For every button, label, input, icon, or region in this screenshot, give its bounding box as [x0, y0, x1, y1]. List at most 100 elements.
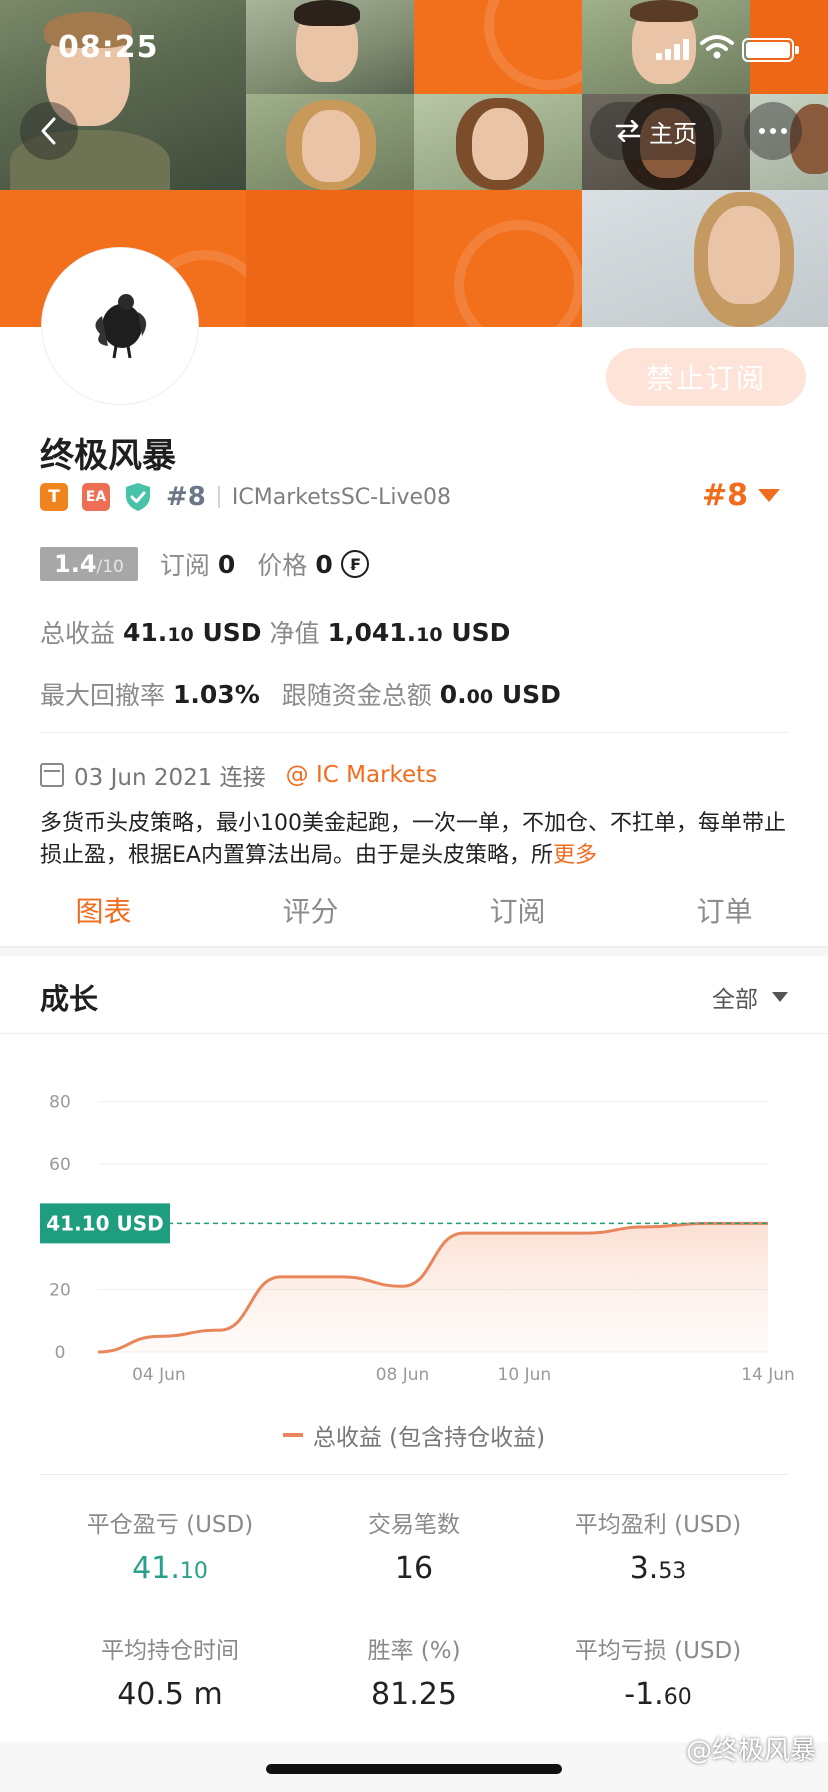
more-dots-icon	[759, 128, 787, 134]
y-tick-label: 80	[49, 1093, 71, 1113]
stat-value: 41.10	[40, 1551, 300, 1586]
home-indicator[interactable]	[266, 1764, 562, 1774]
strategy-description: 多货币头皮策略，最小100美金起跑，一次一单，不加仓、不扛单，每单带止损止盈，根…	[40, 808, 790, 872]
coin-icon: ₣	[340, 550, 369, 578]
legend-label: 总收益 (包含持仓收益)	[312, 1425, 546, 1451]
banner-tile	[246, 190, 414, 327]
data-point	[96, 1350, 100, 1354]
equity-unit: USD	[451, 617, 511, 647]
stat-label: 平均亏损 (USD)	[574, 1638, 742, 1664]
avatar-figure-icon	[95, 294, 147, 359]
more-link[interactable]: 更多	[553, 843, 597, 868]
banner-photo	[582, 190, 828, 327]
total-profit-int: 41.	[123, 617, 168, 647]
tab-orders[interactable]: 订单	[621, 868, 828, 950]
score-max: /10	[96, 557, 124, 577]
stat-avg-loss: 平均亏损 (USD) -1.60	[528, 1631, 788, 1712]
follow-funds-unit: USD	[501, 679, 561, 709]
section-title: 成长	[40, 982, 99, 1016]
stat-value-int: -1.	[624, 1677, 664, 1712]
rank-small: #8	[166, 482, 206, 512]
connection-row: 03 Jun 2021 连接 @ IC Markets	[40, 758, 437, 792]
back-button[interactable]	[20, 102, 78, 160]
triangle-down-icon	[772, 992, 788, 1002]
trader-name: 终极风暴	[40, 436, 176, 476]
data-point	[218, 1328, 222, 1332]
stat-value: 16	[394, 1551, 434, 1586]
x-tick-label: 04 Jun	[132, 1365, 186, 1385]
x-tick-label: 08 Jun	[376, 1365, 430, 1385]
stat-label: 平均持仓时间	[101, 1638, 239, 1664]
tab-rating[interactable]: 评分	[207, 868, 414, 950]
banner-photo	[414, 94, 582, 190]
rank-big-label: #8	[702, 478, 749, 513]
total-profit-value: 41.10 USD	[123, 618, 262, 647]
price-label: 价格	[257, 551, 308, 580]
stat-label: 胜率 (%)	[367, 1638, 461, 1664]
status-time: 08:25	[58, 30, 159, 65]
equity-value: 1,041.10 USD	[328, 618, 511, 647]
signal-icon	[656, 38, 692, 60]
badge-ea[interactable]: EA	[82, 483, 110, 511]
stat-avg-profit: 平均盈利 (USD) 3.53	[528, 1505, 788, 1586]
banner-photo	[246, 94, 414, 190]
more-button[interactable]	[744, 102, 802, 160]
stat-value-int: 3.	[629, 1551, 659, 1586]
shield-check-icon[interactable]	[124, 482, 152, 512]
rank-dropdown[interactable]: #8	[702, 478, 781, 513]
section-separator	[0, 948, 828, 956]
range-filter-dropdown[interactable]: 全部	[712, 980, 788, 1014]
disable-subscribe-button[interactable]: 禁止订阅	[606, 348, 806, 406]
avatar[interactable]	[42, 248, 198, 404]
filter-label: 全部	[712, 987, 758, 1013]
stat-value: 40.5 m	[117, 1677, 223, 1712]
badge-t[interactable]: T	[40, 483, 68, 511]
total-profit-label: 总收益	[40, 619, 116, 648]
max-drawdown-value: 1.03%	[173, 679, 260, 709]
x-tick-label: 14 Jun	[741, 1365, 795, 1385]
data-point	[340, 1275, 344, 1279]
tab-chart[interactable]: 图表	[0, 868, 207, 950]
follow-funds-label: 跟随资金总额	[281, 681, 432, 710]
follow-funds-dec: 00	[466, 685, 494, 708]
wifi-icon	[700, 35, 734, 59]
tab-bar: 图表 评分 订阅 订单	[0, 868, 828, 950]
divider	[217, 486, 220, 508]
stat-label: 平均盈利 (USD)	[574, 1512, 742, 1538]
stat-value: -1.60	[528, 1677, 788, 1712]
subscribe-count-label: 订阅	[159, 551, 210, 580]
stat-value-dec: 53	[658, 1559, 687, 1584]
connect-date: 03 Jun 2021 连接	[74, 765, 266, 791]
current-value-label: 41.10 USD	[46, 1211, 163, 1235]
growth-section-header: 成长 全部	[0, 956, 828, 1034]
banner-tile	[414, 190, 582, 327]
data-point	[583, 1231, 587, 1235]
stat-value-int: 41.	[132, 1551, 180, 1586]
calendar-icon	[40, 763, 64, 787]
stat-value: 3.53	[528, 1551, 788, 1586]
watermark-text: @终极风暴	[685, 1736, 816, 1766]
y-tick-label: 0	[55, 1343, 66, 1363]
stat-label: 平仓盈亏 (USD)	[86, 1512, 254, 1538]
growth-chart[interactable]: 0 20 60 80 04 Jun 08 Jun 10 Jun 14 Jun 41.10 US…	[0, 1034, 828, 1454]
max-drawdown-label: 最大回撤率	[40, 681, 166, 710]
home-button[interactable]: 主页	[590, 102, 722, 160]
data-point	[461, 1231, 465, 1235]
equity-dec: 10	[416, 623, 443, 646]
broker-account: ICMarketsSC-Live08	[231, 484, 452, 510]
swap-icon	[615, 120, 641, 142]
badge-row: T EA #8 ICMarketsSC-Live08	[40, 480, 451, 514]
broker-link[interactable]: @ IC Markets	[286, 762, 438, 788]
tab-subscribe[interactable]: 订阅	[414, 868, 621, 950]
subscribe-count-value: 0	[217, 549, 236, 579]
equity-label: 净值	[269, 619, 320, 648]
price-value: 0	[315, 549, 333, 579]
y-tick-label: 60	[49, 1155, 71, 1175]
data-point	[401, 1284, 405, 1288]
watermark: @终极风暴	[686, 1730, 816, 1767]
stat-value-dec: 60	[663, 1685, 692, 1710]
triangle-down-icon	[758, 489, 781, 502]
drawdown-row: 最大回撤率 1.03% 跟随资金总额 0.00 USD	[40, 676, 569, 712]
follow-funds-value: 0.00 USD	[440, 680, 561, 709]
equity-int: 1,041.	[327, 617, 417, 647]
